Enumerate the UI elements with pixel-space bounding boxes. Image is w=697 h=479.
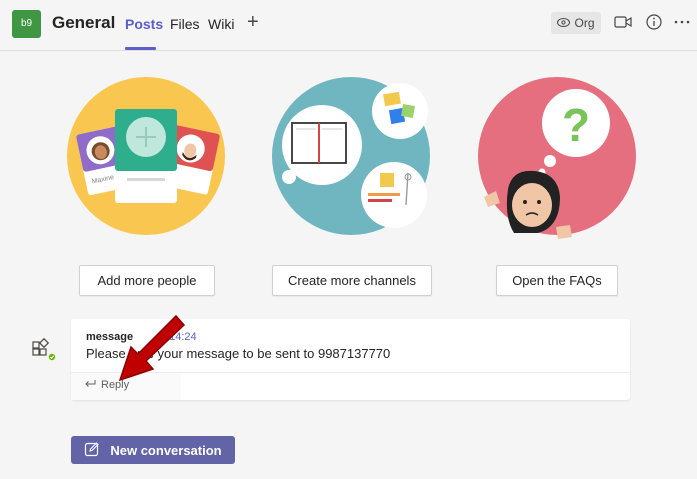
more-icon[interactable]: [673, 13, 691, 36]
compose-icon: [84, 441, 100, 460]
tab-wiki[interactable]: Wiki: [208, 16, 234, 32]
new-conversation-button[interactable]: New conversation: [71, 436, 235, 464]
org-button[interactable]: Org: [551, 12, 601, 34]
open-faqs-button[interactable]: Open the FAQs: [496, 265, 618, 296]
tab-files[interactable]: Files: [170, 16, 200, 32]
team-avatar[interactable]: b9: [12, 10, 41, 38]
new-conversation-label: New conversation: [110, 442, 222, 458]
channel-header: b9 General Posts Files Wiki + Org: [0, 0, 697, 51]
add-people-illustration: Maxine ty: [67, 77, 225, 235]
active-tab-indicator: [125, 47, 156, 50]
faq-illustration: ?: [478, 77, 636, 239]
annotation-arrow-icon: [100, 308, 190, 398]
tab-posts[interactable]: Posts: [125, 16, 163, 32]
org-label: Org: [574, 16, 595, 30]
add-more-people-button[interactable]: Add more people: [79, 265, 215, 296]
reply-arrow-icon: [84, 378, 96, 391]
meet-video-icon[interactable]: [614, 13, 632, 36]
plus-icon[interactable]: +: [247, 12, 259, 32]
svg-text:?: ?: [562, 99, 590, 151]
info-icon[interactable]: [645, 13, 663, 36]
channel-title: General: [52, 13, 116, 32]
eye-icon: [557, 16, 571, 30]
create-more-channels-button[interactable]: Create more channels: [272, 265, 432, 296]
create-channels-illustration: [272, 77, 430, 235]
bot-avatar-icon[interactable]: [30, 334, 57, 362]
